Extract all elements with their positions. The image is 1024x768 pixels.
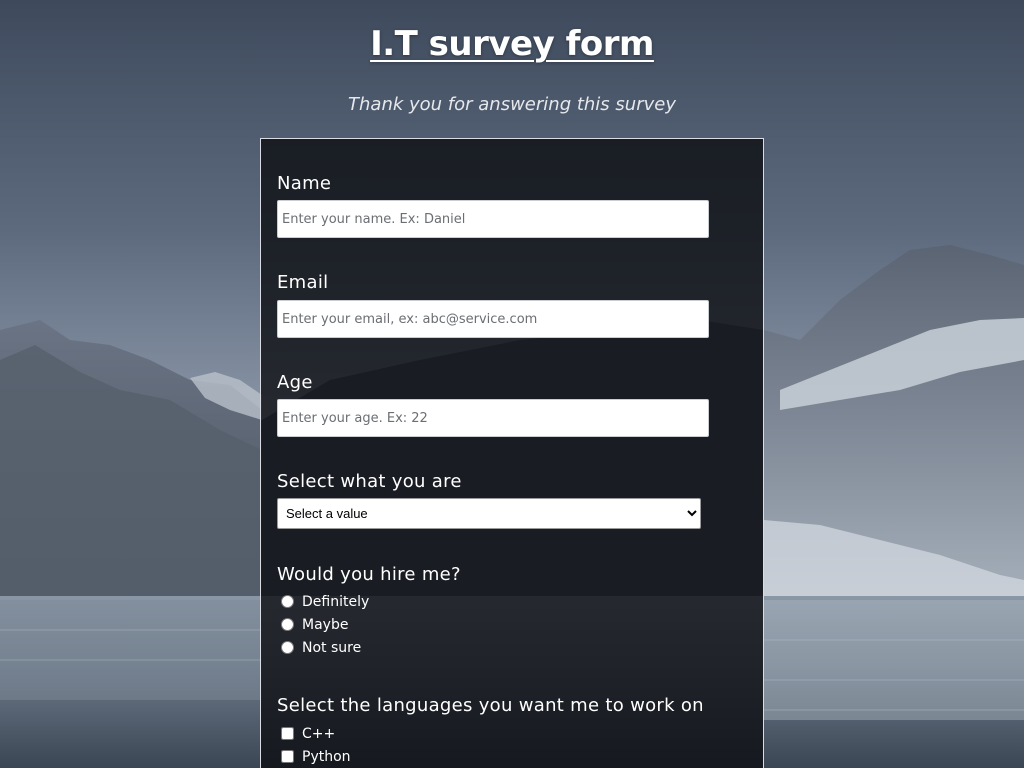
hire-option-label: Maybe xyxy=(302,616,349,633)
hire-group: Would you hire me? Definitely Maybe Not … xyxy=(277,564,461,659)
email-input[interactable] xyxy=(277,300,709,338)
hire-label: Would you hire me? xyxy=(277,564,461,585)
role-group: Select what you are Select a value xyxy=(277,471,701,529)
language-option-cpp[interactable]: C++ xyxy=(277,722,704,745)
language-option-label: Python xyxy=(302,748,351,765)
page-title: I.T survey form xyxy=(370,24,654,64)
hire-option-not-sure[interactable]: Not sure xyxy=(277,636,461,659)
languages-group: Select the languages you want me to work… xyxy=(277,695,704,768)
name-label: Name xyxy=(277,173,332,194)
hire-radio-not-sure[interactable] xyxy=(281,641,294,654)
age-label: Age xyxy=(277,372,313,393)
role-select[interactable]: Select a value xyxy=(277,498,701,529)
languages-label: Select the languages you want me to work… xyxy=(277,695,704,716)
name-input[interactable] xyxy=(277,200,709,238)
hire-option-label: Definitely xyxy=(302,593,370,610)
language-option-label: C++ xyxy=(302,725,336,742)
age-input[interactable] xyxy=(277,399,709,437)
language-checkbox-python[interactable] xyxy=(281,750,294,763)
language-option-python[interactable]: Python xyxy=(277,745,704,768)
name-group: Name xyxy=(277,173,709,238)
role-label: Select what you are xyxy=(277,471,462,492)
hire-option-maybe[interactable]: Maybe xyxy=(277,613,461,636)
age-group: Age xyxy=(277,372,709,437)
hire-radio-definitely[interactable] xyxy=(281,595,294,608)
survey-form: Name Email Age Select what you are Selec… xyxy=(260,138,764,768)
page-subtitle: Thank you for answering this survey xyxy=(348,94,676,115)
language-checkbox-cpp[interactable] xyxy=(281,727,294,740)
hire-option-definitely[interactable]: Definitely xyxy=(277,590,461,613)
hire-radio-maybe[interactable] xyxy=(281,618,294,631)
email-group: Email xyxy=(277,272,709,338)
email-label: Email xyxy=(277,272,329,293)
hire-option-label: Not sure xyxy=(302,639,362,656)
